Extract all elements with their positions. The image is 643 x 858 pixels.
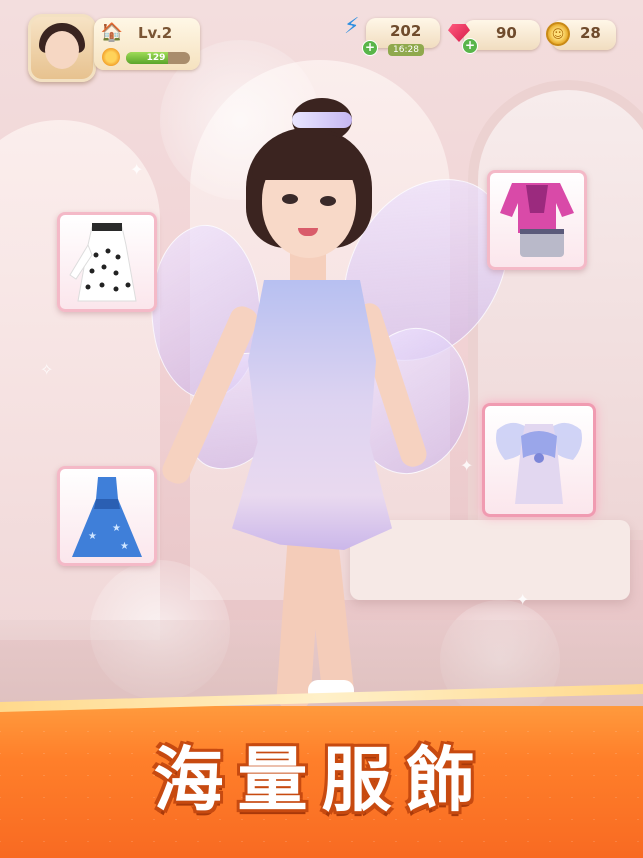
- blue-star-gown-icon: ★ ★ ★: [72, 477, 142, 557]
- pink-jacket-icon: [500, 183, 574, 257]
- fairy-dress: [232, 280, 392, 550]
- gems-add-icon[interactable]: +: [462, 38, 478, 54]
- player-avatar[interactable]: [28, 14, 96, 82]
- sparkle-icon: ✦: [460, 456, 474, 475]
- energy-bolt-icon: ⚡: [344, 14, 360, 39]
- coin-icon: ☺: [546, 22, 570, 46]
- coins-value: 28: [580, 24, 601, 42]
- outfit-card-blue-star-gown[interactable]: ★ ★ ★: [57, 466, 157, 566]
- svg-text:★: ★: [120, 541, 129, 552]
- avatar-face: [45, 31, 79, 69]
- vanity-desk: [350, 520, 630, 600]
- experience-value: 129: [146, 53, 166, 63]
- outfit-card-polka-dot-dress[interactable]: [57, 212, 157, 312]
- level-label: Lv.2: [138, 24, 173, 42]
- gems-value: 90: [496, 24, 517, 42]
- sparkle-icon: ✦: [516, 590, 530, 609]
- experience-icon: [102, 48, 120, 66]
- energy-timer: 16:28: [388, 44, 424, 56]
- energy-value: 202: [390, 22, 422, 40]
- character-eye-left: [282, 194, 298, 204]
- svg-text:★: ★: [88, 531, 97, 542]
- outfit-card-fairy-wing-dress[interactable]: [482, 403, 596, 517]
- polka-dot-dress-icon: [69, 223, 137, 302]
- character-eye-right: [320, 196, 336, 206]
- fairy-wing-dress-icon: [496, 422, 582, 504]
- level-panel[interactable]: 🏠 Lv.2 129: [94, 18, 200, 70]
- svg-text:★: ★: [112, 523, 121, 534]
- sparkle-icon: ✦: [130, 160, 144, 179]
- level-up-icon: 🏠: [100, 22, 124, 43]
- experience-bar: 129: [126, 52, 190, 64]
- banner-title: 海量服飾: [153, 739, 490, 821]
- energy-add-icon[interactable]: +: [362, 40, 378, 56]
- sparkle-icon: ✧: [40, 360, 54, 379]
- character-tiara: [292, 112, 352, 128]
- outfit-card-pink-jacket[interactable]: [487, 170, 587, 270]
